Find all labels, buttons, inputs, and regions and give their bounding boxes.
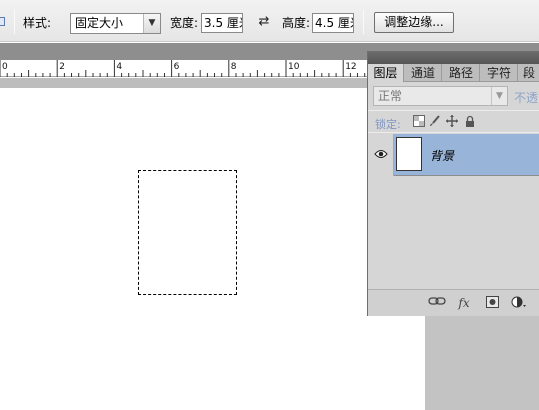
style-label: 样式: [23, 16, 52, 30]
layer-thumbnail[interactable] [396, 137, 422, 171]
style-select[interactable]: 固定大小 ▼ [70, 13, 161, 34]
adjustment-icon[interactable] [511, 296, 527, 310]
width-label: 宽度: [170, 16, 199, 30]
link-icon[interactable] [428, 296, 446, 310]
layers-panel: 图层 通道 路径 字符 段 正常 ▼ 不透 锁定: 背景 fx [367, 51, 539, 316]
lock-label: 锁定: [375, 118, 401, 131]
ruler-label: 12 [345, 62, 356, 72]
lock-transparent-icon[interactable] [412, 115, 425, 128]
panel-divider [368, 132, 539, 133]
panel-tabs: 图层 通道 路径 字符 段 [368, 64, 539, 82]
refine-edge-button[interactable]: 调整边缘... [374, 12, 454, 33]
ruler-label: 4 [116, 62, 122, 72]
tab-character[interactable]: 字符 [481, 64, 518, 82]
visibility-toggle[interactable] [368, 134, 394, 176]
canvas-gutter [425, 314, 539, 410]
swap-icon[interactable]: ⇄ [257, 13, 271, 31]
options-bar: 样式: 固定大小 ▼ 宽度: 3.5 厘米 ⇄ 高度: 4.5 厘米 调整边缘.… [0, 0, 539, 42]
options-separator [363, 10, 364, 34]
mask-icon[interactable] [485, 296, 499, 310]
ruler-label: 10 [288, 62, 300, 72]
height-label: 高度: [282, 16, 311, 30]
layer-row[interactable]: 背景 [368, 134, 539, 176]
tab-paths[interactable]: 路径 [443, 64, 480, 82]
height-field[interactable]: 4.5 厘米 [312, 13, 354, 33]
lock-move-icon[interactable] [445, 115, 458, 128]
ruler-label: 2 [59, 62, 65, 72]
options-separator [14, 10, 15, 34]
style-select-value: 固定大小 [75, 16, 124, 30]
blend-mode-select[interactable]: 正常 ▼ [373, 86, 508, 106]
ruler-label: 6 [174, 62, 180, 72]
layer-name[interactable]: 背景 [430, 147, 454, 164]
lock-brush-icon[interactable] [428, 115, 441, 128]
selection-marquee[interactable] [138, 170, 237, 295]
panel-divider [368, 110, 539, 111]
chevron-down-icon: ▼ [143, 14, 160, 33]
ruler-label: 8 [231, 62, 237, 72]
lock-all-icon[interactable] [463, 115, 476, 128]
fx-icon[interactable]: fx [456, 296, 472, 310]
eye-icon [374, 150, 388, 158]
panel-title-bar[interactable] [368, 52, 539, 64]
panel-footer: fx [368, 289, 539, 316]
tab-layers[interactable]: 图层 [368, 64, 404, 82]
tab-channels[interactable]: 通道 [405, 64, 442, 82]
tab-paragraph[interactable]: 段 [519, 64, 539, 82]
tool-preset-icon[interactable] [0, 17, 5, 26]
opacity-label: 不透 [514, 91, 539, 105]
canvas-gutter [0, 78, 370, 88]
blend-mode-value: 正常 [378, 89, 403, 103]
width-field[interactable]: 3.5 厘米 [201, 13, 243, 33]
chevron-down-icon: ▼ [491, 87, 507, 105]
ruler-label: 0 [2, 62, 8, 72]
